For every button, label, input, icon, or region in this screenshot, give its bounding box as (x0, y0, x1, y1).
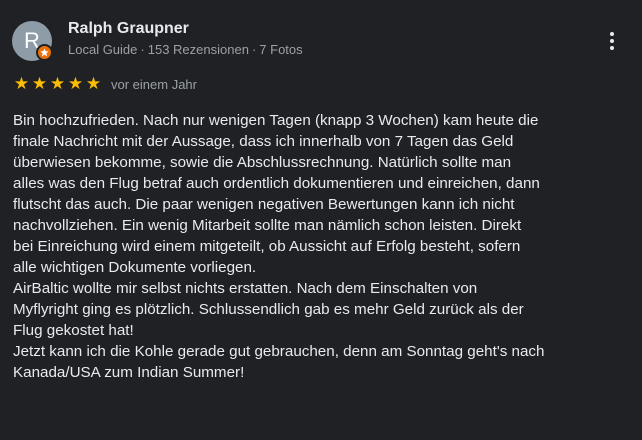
star-icon: ★ (13, 74, 30, 93)
review-text-line: flutscht das auch. Die paar wenigen nega… (13, 196, 515, 213)
meta-separator: · (140, 42, 145, 57)
review-text-line: alles was den Flug betraf auch ordentlic… (13, 175, 540, 192)
review-text-line: Kanada/USA zum Indian Summer! (13, 364, 245, 381)
rating-row: ★ ★ ★ ★ ★ vor einem Jahr (13, 75, 197, 93)
review-text-line: AirBaltic wollte mir selbst nichts ersta… (13, 280, 478, 297)
review-text-line: nachvollziehen. Ein wenig Mitarbeit soll… (13, 217, 522, 234)
review-text-line: Bin hochzufrieden. Nach nur wenigen Tage… (13, 112, 539, 129)
star-rating: ★ ★ ★ ★ ★ (13, 75, 102, 93)
review-text-line: finale Nachricht mit der Aussage, dass i… (13, 133, 514, 150)
star-icon: ★ (67, 74, 84, 93)
star-icon: ★ (49, 74, 66, 93)
star-badge-glyph (40, 48, 49, 57)
more-vert-icon[interactable] (600, 27, 624, 55)
review-date: vor einem Jahr (111, 76, 197, 92)
more-dot (610, 39, 614, 43)
review-text-line: bei Einreichung wird einem mitgeteilt, o… (13, 238, 521, 255)
review-text: Bin hochzufrieden. Nach nur wenigen Tage… (13, 110, 635, 383)
reviewer-level: Local Guide (68, 42, 138, 57)
review-text-line: alle wichtigen Dokumente vorliegen. (13, 259, 257, 276)
reviewer-photo-count: 7 Fotos (259, 42, 303, 57)
meta-separator: · (251, 42, 257, 57)
review-card: R Ralph Graupner Local Guide · 153 Rezensi… (0, 0, 642, 440)
review-text-line: Jetzt kann ich die Kohle gerade gut gebr… (13, 343, 545, 360)
review-text-line: Flug gekostet hat! (13, 322, 134, 339)
reviewer-name[interactable]: Ralph Graupner (68, 20, 189, 38)
reviewer-meta: Local Guide · 153 Rezensionen · 7 Fotos (68, 42, 303, 57)
more-dot (610, 46, 614, 50)
reviewer-review-count: 153 Rezensionen (147, 42, 249, 57)
local-guide-badge-icon (36, 44, 53, 61)
more-dot (610, 32, 614, 36)
star-icon: ★ (85, 74, 102, 93)
star-icon: ★ (31, 74, 48, 93)
review-text-line: Myflyright ging es plötzlich. Schlussend… (13, 301, 524, 318)
review-text-line: überwiesen bekomme, sowie die Abschlussr… (13, 154, 512, 171)
